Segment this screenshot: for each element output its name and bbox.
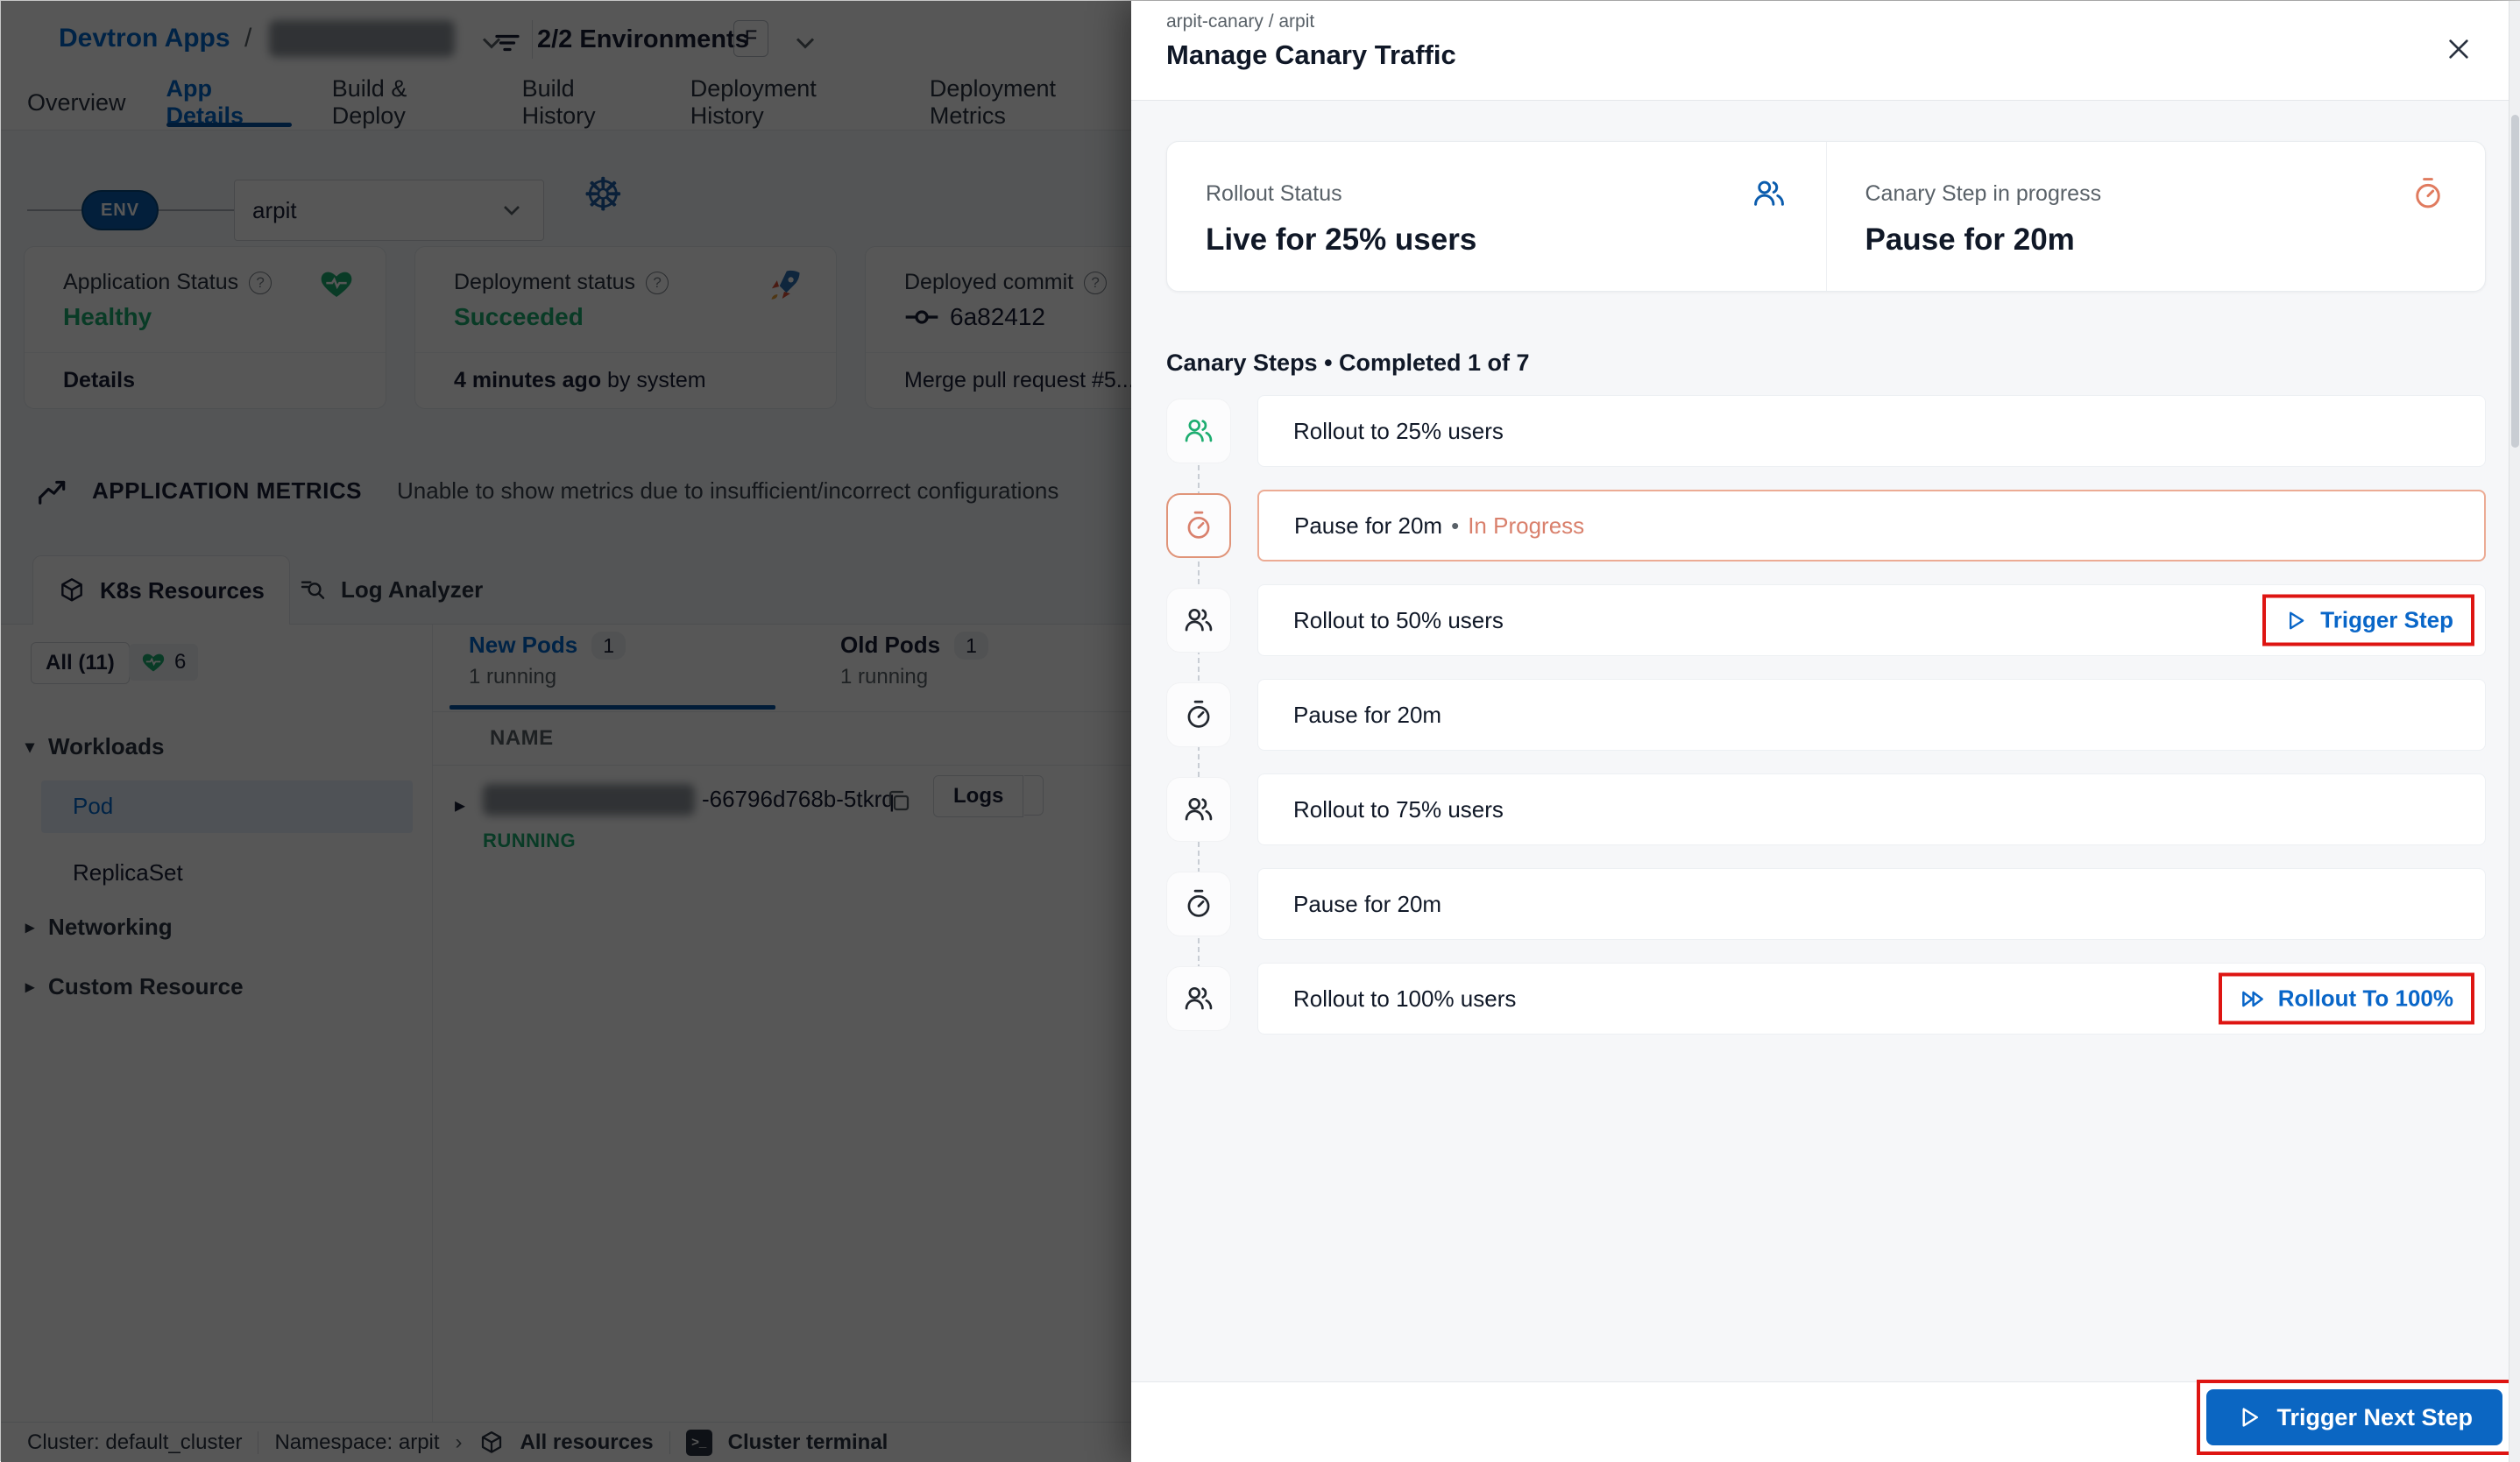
users-icon xyxy=(1166,966,1231,1031)
close-icon[interactable] xyxy=(2439,29,2479,69)
canary-steps-list: Rollout to 25% users Pause for 20m • In … xyxy=(1166,395,2486,1057)
rollout-100-annotation-box: Rollout To 100% xyxy=(2218,972,2474,1025)
scrollbar-track[interactable] xyxy=(2509,1,2520,1462)
rollout-status-value: Live for 25% users xyxy=(1206,222,1477,257)
canary-step-value: Pause for 20m xyxy=(1865,222,2075,257)
users-icon xyxy=(1166,399,1231,463)
step-card: Rollout to 25% users xyxy=(1257,395,2486,467)
canary-summary-card: Rollout Status Live for 25% users Canary… xyxy=(1166,141,2486,292)
trigger-step-label: Trigger Step xyxy=(2320,606,2453,633)
timer-icon xyxy=(1166,493,1231,558)
step-status-in-progress: In Progress xyxy=(1468,512,1585,539)
drawer-breadcrumb: arpit-canary / arpit xyxy=(1166,11,1315,32)
step-card: Pause for 20m xyxy=(1257,868,2486,940)
trigger-next-step-button[interactable]: Trigger Next Step xyxy=(2206,1389,2502,1445)
rollout-to-100-button[interactable]: Rollout To 100% xyxy=(2240,985,2453,1013)
step-card: Pause for 20m xyxy=(1257,679,2486,751)
play-icon xyxy=(2242,1408,2259,1427)
trigger-next-step-annotation-box: Trigger Next Step xyxy=(2197,1380,2512,1455)
step-status-separator: • xyxy=(1451,512,1460,539)
users-icon xyxy=(1166,777,1231,842)
rollout-status-label: Rollout Status xyxy=(1206,180,1342,206)
trigger-step-annotation-box: Trigger Step xyxy=(2262,594,2474,646)
trigger-next-step-label: Trigger Next Step xyxy=(2276,1403,2473,1430)
canary-step-2: Pause for 20m • In Progress xyxy=(1166,490,2486,561)
drawer-title: Manage Canary Traffic xyxy=(1166,39,1456,70)
trigger-step-button[interactable]: Trigger Step xyxy=(2283,607,2453,634)
step-card: Rollout to 50% users Trigger Step xyxy=(1257,584,2486,656)
canary-step-5: Rollout to 75% users xyxy=(1166,773,2486,845)
step-label: Rollout to 50% users xyxy=(1293,606,1504,633)
canary-step-7: Rollout to 100% users Rollout To 100% xyxy=(1166,963,2486,1035)
drawer-header: arpit-canary / arpit Manage Canary Traff… xyxy=(1131,1,2520,101)
rollout-to-100-label: Rollout To 100% xyxy=(2277,985,2453,1012)
play-icon xyxy=(2290,611,2304,629)
step-label: Pause for 20m xyxy=(1293,890,1442,917)
step-label: Pause for 20m xyxy=(1294,512,1443,539)
users-icon xyxy=(1166,588,1231,653)
step-card: Pause for 20m • In Progress xyxy=(1257,490,2486,561)
fast-forward-icon xyxy=(2241,991,2263,1006)
step-card: Rollout to 100% users Rollout To 100% xyxy=(1257,963,2486,1035)
drawer-footer: Trigger Next Step xyxy=(1131,1380,2520,1462)
modal-dim-overlay[interactable] xyxy=(1,1,1131,1462)
step-label: Pause for 20m xyxy=(1293,701,1442,728)
step-label: Rollout to 75% users xyxy=(1293,795,1504,823)
canary-step-1: Rollout to 25% users xyxy=(1166,395,2486,467)
canary-step-section: Canary Step in progress Pause for 20m xyxy=(1825,142,2486,291)
step-card: Rollout to 75% users xyxy=(1257,773,2486,845)
step-label: Rollout to 100% users xyxy=(1293,985,1517,1012)
canary-step-6: Pause for 20m xyxy=(1166,868,2486,940)
canary-steps-heading: Canary Steps • Completed 1 of 7 xyxy=(1166,350,1530,376)
scrollbar-thumb[interactable] xyxy=(2511,115,2519,448)
canary-step-4: Pause for 20m xyxy=(1166,679,2486,751)
users-icon xyxy=(1753,180,1784,206)
timer-icon xyxy=(1166,682,1231,747)
canary-step-3: Rollout to 50% users Trigger Step xyxy=(1166,584,2486,656)
canary-step-label: Canary Step in progress xyxy=(1865,180,2102,206)
timer-icon xyxy=(1166,872,1231,936)
manage-canary-traffic-drawer: arpit-canary / arpit Manage Canary Traff… xyxy=(1131,1,2520,1462)
rollout-status-section: Rollout Status Live for 25% users xyxy=(1167,142,1826,291)
step-label: Rollout to 25% users xyxy=(1293,417,1504,444)
timer-icon xyxy=(2416,178,2440,208)
